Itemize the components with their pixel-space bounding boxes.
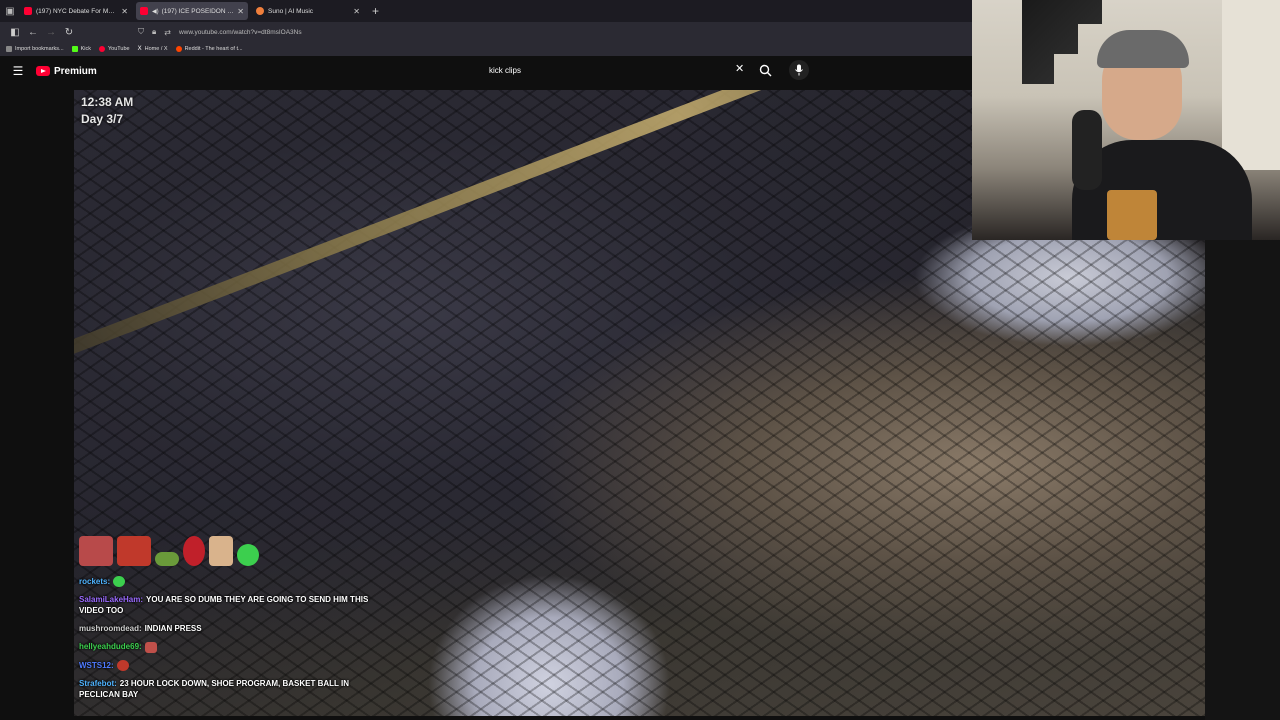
sidebar-toggle-icon[interactable]: ▣ (0, 0, 20, 22)
streamer (1072, 30, 1252, 240)
chat-username: Strafebot: (79, 679, 117, 689)
youtube-icon (99, 46, 105, 52)
lock-icon[interactable]: 🔒︎ (152, 27, 156, 37)
bookmark-label: Home / X (144, 46, 168, 52)
search-button[interactable] (755, 60, 775, 80)
youtube-header: ☰ Premium kick clips ✕ (0, 56, 972, 86)
chat-username: WSTS12: (79, 660, 114, 670)
menu-icon[interactable]: ☰ (0, 64, 36, 78)
youtube-icon (140, 7, 148, 15)
tab-suno[interactable]: Suno | AI Music ✕ (252, 2, 364, 20)
url-text: www.youtube.com/watch?v=dt8msIOA3Ns (178, 28, 302, 36)
logo-text: Premium (54, 65, 97, 77)
close-tab-icon[interactable]: ✕ (237, 7, 244, 16)
chat-message: Strafebot: 23 HOUR LOCK DOWN, SHOE PROGRA… (79, 678, 379, 700)
emote-image (183, 536, 205, 566)
emote-image (79, 536, 113, 566)
bookmark-reddit[interactable]: Reddit - The heart of t... (175, 46, 243, 52)
webcam-overlay (972, 0, 1280, 240)
page-icon[interactable]: ⇄ (164, 28, 171, 37)
microphone-icon (795, 64, 803, 76)
back-icon[interactable]: ← (24, 23, 42, 41)
reddit-icon (175, 46, 182, 52)
bookmark-label: Import bookmarks... (15, 46, 64, 52)
emote-image (237, 544, 259, 566)
emote-row (79, 536, 263, 566)
chat-message: WSTS12: (79, 660, 379, 672)
bookmark-kick[interactable]: Kick (71, 46, 91, 52)
bookmark-label: Kick (80, 46, 91, 52)
page-background-right (1205, 240, 1280, 720)
chat-username: mushroomdead: (79, 624, 142, 634)
chat-message: SalamiLakeHam: YOU ARE SO DUMB THEY ARE G… (79, 594, 379, 616)
chat-username: rockets: (79, 577, 111, 586)
chat-message: rockets: (79, 576, 379, 588)
search-input[interactable]: kick clips (482, 59, 752, 81)
bookmarks-bar: Import bookmarks... Kick YouTube X Home /… (0, 42, 972, 56)
bookmark-import[interactable]: Import bookmarks... (6, 46, 64, 52)
import-icon (6, 46, 12, 52)
shield-icon[interactable]: ⛉ (138, 27, 144, 37)
chat-overlay: rockets: SalamiLakeHam: YOU ARE SO DUMB T… (79, 576, 379, 707)
forward-icon[interactable]: → (42, 23, 60, 41)
overlay-day: Day 3/7 (81, 112, 124, 126)
new-tab-icon[interactable]: + (372, 4, 379, 18)
emote-image (209, 536, 233, 566)
speaker-icon[interactable]: ◀) (152, 8, 159, 15)
tab-ice-poseidon[interactable]: ◀) (197) ICE POSEIDON VISITS ✕ (136, 2, 248, 20)
bookmark-label: Reddit - The heart of t... (184, 46, 243, 52)
emote-image (117, 536, 151, 566)
browser-tab-bar: ▣ (197) NYC Debate For Mayor | I ✕ ◀) (1… (0, 0, 972, 22)
clear-search-icon[interactable]: ✕ (735, 62, 744, 75)
overlay-time: 12:38 AM (81, 95, 134, 109)
emote-icon (116, 660, 129, 672)
tab-title: (197) NYC Debate For Mayor | I (36, 7, 118, 15)
chat-username: hellyeahdude69: (79, 642, 142, 652)
streamer-microphone (1072, 110, 1102, 190)
bookmark-youtube[interactable]: YouTube (99, 46, 130, 52)
emote-icon (144, 641, 157, 653)
stream-overlay-clock: 12:38 AM Day 3/7 (81, 94, 133, 128)
chat-text: 23 HOUR LOCK DOWN, SHOE PROGRAM, BASKET … (79, 679, 349, 700)
youtube-icon (24, 7, 32, 15)
kick-icon (71, 46, 78, 52)
search-icon (759, 64, 771, 76)
shirt-graphic (1107, 190, 1157, 240)
emote-icon (113, 576, 126, 588)
tab-title: (197) ICE POSEIDON VISITS (161, 7, 235, 15)
youtube-play-icon (36, 66, 50, 76)
chat-message: hellyeahdude69: (79, 641, 379, 653)
voice-search-button[interactable] (789, 60, 809, 80)
x-icon: X (137, 46, 142, 52)
tab-nyc-debate[interactable]: (197) NYC Debate For Mayor | I ✕ (20, 2, 132, 20)
screen: ▣ (197) NYC Debate For Mayor | I ✕ ◀) (1… (0, 0, 1280, 720)
close-tab-icon[interactable]: ✕ (121, 7, 128, 16)
youtube-logo[interactable]: Premium (36, 66, 97, 77)
emote-image (155, 552, 179, 566)
bookmark-label: YouTube (108, 46, 130, 52)
sidebar-icon[interactable]: ◧ (6, 23, 24, 41)
address-bar-row: ◧ ← → ↻ ⛉ 🔒︎ ⇄ www.youtube.com/watch?v=d… (0, 22, 972, 42)
tab-title: Suno | AI Music (268, 7, 314, 15)
close-tab-icon[interactable]: ✕ (353, 7, 360, 16)
bookmark-x[interactable]: X Home / X (138, 46, 168, 52)
reload-icon[interactable]: ↻ (60, 23, 78, 41)
streamer-cap (1097, 30, 1189, 68)
chat-text: INDIAN PRESS (144, 624, 202, 634)
url-field[interactable]: ⛉ 🔒︎ ⇄ www.youtube.com/watch?v=dt8msIOA3… (138, 24, 302, 40)
chat-message: mushroomdead: INDIAN PRESS (79, 623, 379, 634)
chat-username: SalamiLakeHam: (79, 595, 144, 605)
suno-icon (256, 7, 264, 15)
